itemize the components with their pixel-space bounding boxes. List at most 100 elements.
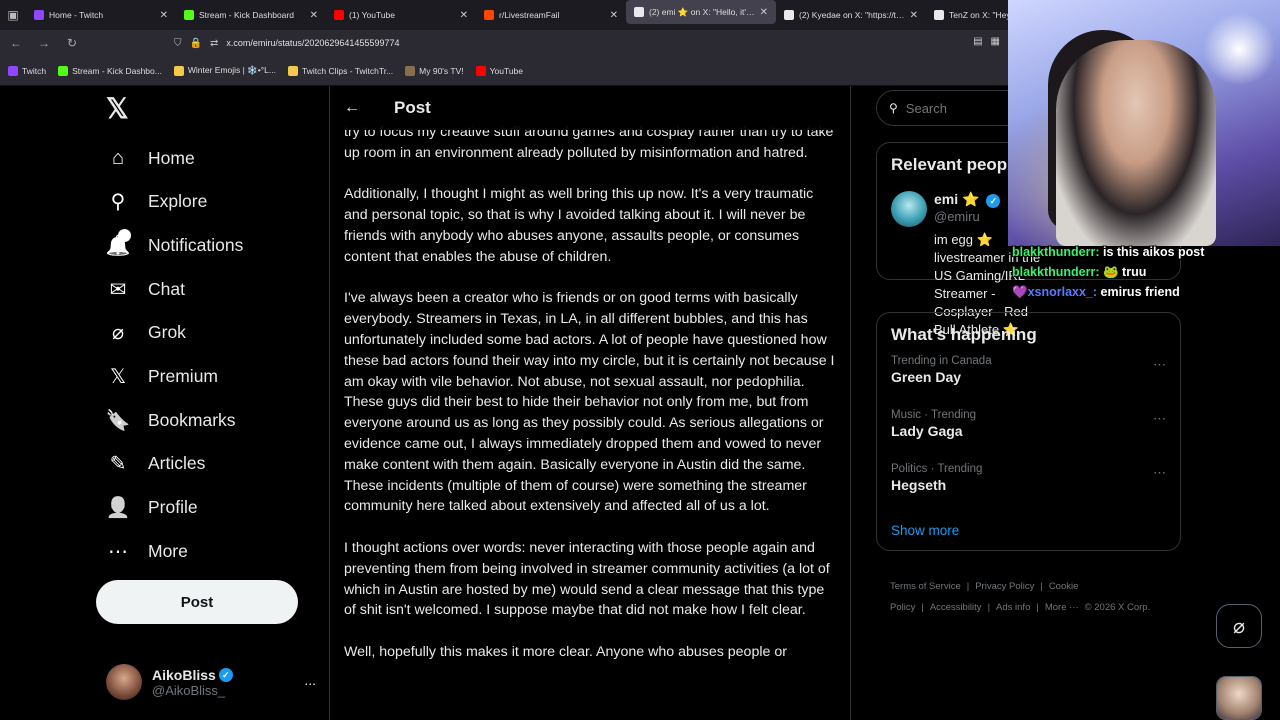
sidebar-item-label: Articles xyxy=(148,452,206,473)
sidebar-item-chat[interactable]: ✉ Chat xyxy=(106,269,185,309)
bookmark-item[interactable]: Twitch xyxy=(8,65,47,76)
page-title: Post xyxy=(394,98,431,117)
sidebar-item-premium[interactable]: 𝕏 Premium xyxy=(106,356,218,396)
browser-tab[interactable]: r/LivestreamFail ✕ xyxy=(476,0,626,30)
close-icon[interactable]: ✕ xyxy=(160,10,168,21)
chat-message: blakkthunderr: 🐸 truu xyxy=(1012,262,1272,282)
trend-item[interactable]: Music · Trending Lady Gaga ⋯ xyxy=(877,407,1180,461)
footer-separator: | xyxy=(987,602,991,613)
x-icon: 𝕏 xyxy=(109,365,127,388)
sidebar-item-profile[interactable]: 👤 Profile xyxy=(106,487,198,527)
forward-arrow-icon[interactable]: → xyxy=(32,36,56,50)
tab-title: r/LivestreamFail xyxy=(499,10,560,20)
post-text: try to focus my creative stuff around ga… xyxy=(344,122,840,684)
footer-link[interactable]: Ads info xyxy=(996,602,1030,613)
grok-icon: ⌀ xyxy=(111,321,125,344)
footer-separator: | xyxy=(966,581,970,592)
lock-icon: 🔒 xyxy=(189,37,202,49)
bookmark-item[interactable]: Winter Emojis | ❄️•°L... xyxy=(173,65,276,76)
avatar[interactable] xyxy=(891,191,927,227)
trend-item[interactable]: Trending in Canada Green Day ⋯ xyxy=(877,353,1180,407)
bookmark-label: Twitch Clips - TwitchTr... xyxy=(302,65,394,76)
bookmark-item[interactable]: YouTube xyxy=(475,65,523,76)
whats-happening-card: What's happening Trending in Canada Green… xyxy=(876,312,1181,551)
grok-icon[interactable]: ⌀ xyxy=(1216,604,1262,648)
footer-links: Terms of Service | Privacy Policy | Cookie P… xyxy=(890,576,1180,618)
trend-item[interactable]: Politics · Trending Hegseth ⋯ xyxy=(877,461,1180,515)
stream-chat-overlay: blakkthunderr: is this aikos post blakkth… xyxy=(1012,242,1272,302)
show-more-link[interactable]: Show more xyxy=(877,515,1180,550)
bookmark-label: Winter Emojis | ❄️•°L... xyxy=(187,65,276,75)
more-options-icon[interactable]: ⋯ xyxy=(1153,357,1166,373)
notification-badge: 2 xyxy=(118,229,131,242)
footer-link: © 2026 X Corp. xyxy=(1084,602,1151,613)
browser-tab[interactable]: (1) YouTube ✕ xyxy=(326,0,476,30)
favicon-icon xyxy=(184,10,194,20)
url-text: x.com/emiru/status/2020629641455599774 xyxy=(226,38,400,48)
mail-icon: ✉ xyxy=(109,278,127,301)
chat-username: blakkthunderr: xyxy=(1012,265,1100,279)
screenshot-icon[interactable]: ▦ xyxy=(991,36,1000,47)
chat-text: is this aikos post xyxy=(1103,245,1205,259)
post-button[interactable]: Post xyxy=(96,580,298,624)
reader-view-icon[interactable]: ▤ xyxy=(973,36,982,47)
favicon-icon xyxy=(334,10,344,20)
sidebar-item-more[interactable]: ⋯ More xyxy=(106,531,188,571)
sidebar-item-label: Profile xyxy=(148,496,198,517)
back-arrow-icon[interactable]: ← xyxy=(344,99,364,117)
post-paragraph: I thought actions over words: never inte… xyxy=(344,539,830,619)
close-icon[interactable]: ✕ xyxy=(460,10,468,21)
footer-link[interactable]: Privacy Policy xyxy=(975,581,1034,592)
favicon-icon xyxy=(173,65,184,76)
more-circle-icon: ⋯ xyxy=(108,540,128,563)
account-name: AikoBliss xyxy=(152,666,216,683)
bookmark-item[interactable]: My 90's TV! xyxy=(405,65,464,76)
bookmark-item[interactable]: Stream - Kick Dashbo... xyxy=(58,65,162,76)
bookmark-label: Stream - Kick Dashbo... xyxy=(72,65,162,76)
tab-title: (1) YouTube xyxy=(349,10,395,20)
footer-link[interactable]: More ··· xyxy=(1045,602,1079,613)
favicon-icon xyxy=(784,10,794,20)
avatar xyxy=(106,664,142,700)
reload-icon[interactable]: ↻ xyxy=(60,36,84,50)
whats-happening-title: What's happening xyxy=(891,325,1037,344)
post-paragraph: Well, hopefully this makes it more clear… xyxy=(344,643,787,660)
tab-title: Stream - Kick Dashboard xyxy=(199,10,294,20)
sidebar-item-articles[interactable]: ✎ Articles xyxy=(106,443,206,483)
bookmark-item[interactable]: Twitch Clips - TwitchTr... xyxy=(288,65,394,76)
bookmark-label: Twitch xyxy=(22,65,47,76)
trend-name: Green Day xyxy=(891,369,962,385)
sidebar-item-home[interactable]: ⌂ Home xyxy=(106,138,195,178)
sidebar-item-bookmarks[interactable]: 🔖 Bookmarks xyxy=(106,400,236,440)
trend-context: Music · Trending xyxy=(891,409,977,421)
x-logo-icon[interactable]: 𝕏 xyxy=(106,95,132,123)
bell-icon: 🔔 2 xyxy=(105,229,131,257)
browser-tab[interactable]: Home - Twitch ✕ xyxy=(26,0,176,30)
back-arrow-icon[interactable]: ← xyxy=(4,36,28,50)
account-switcher[interactable]: AikoBliss ✓ @AikoBliss_ ... xyxy=(106,662,316,702)
page-info-icon: ⇄ xyxy=(209,37,219,49)
close-icon[interactable]: ✕ xyxy=(310,10,318,21)
bookmark-label: My 90's TV! xyxy=(419,65,464,76)
sidebar-toggle-icon[interactable]: ▣ xyxy=(0,0,26,30)
browser-tab[interactable]: (2) Kyedae on X: "https://t.co/s3 ✕ xyxy=(776,0,926,30)
close-icon[interactable]: ✕ xyxy=(760,7,768,18)
trend-context: Politics · Trending xyxy=(891,463,983,475)
browser-tab[interactable]: Stream - Kick Dashboard ✕ xyxy=(176,0,326,30)
close-icon[interactable]: ✕ xyxy=(610,10,618,21)
footer-link[interactable]: Accessibility xyxy=(930,602,982,613)
footer-link[interactable]: Terms of Service xyxy=(890,581,961,592)
browser-tab[interactable]: (2) emi ⭐ on X: "Hello, it's very ✕ xyxy=(626,0,776,24)
sidebar-item-notifications[interactable]: 🔔 2 Notifications xyxy=(106,225,243,265)
url-bar[interactable]: ⛉ 🔒 ⇄ x.com/emiru/status/202062964145559… xyxy=(174,38,399,49)
more-options-icon[interactable]: ⋯ xyxy=(1153,411,1166,427)
close-icon[interactable]: ✕ xyxy=(910,10,918,21)
sidebar-item-label: Chat xyxy=(148,278,185,299)
left-sidebar: 𝕏 ⌂ Home ⚲ Explore 🔔 2 Notifications ✉ Chat ⌀ Grok… xyxy=(96,86,328,720)
chat-text: 🐸 truu xyxy=(1103,265,1147,279)
sidebar-item-grok[interactable]: ⌀ Grok xyxy=(106,312,186,352)
webcam-person xyxy=(1056,40,1216,246)
sidebar-item-explore[interactable]: ⚲ Explore xyxy=(106,181,208,221)
more-options-icon[interactable]: ⋯ xyxy=(1153,465,1166,481)
more-options-icon[interactable]: ... xyxy=(304,672,316,688)
